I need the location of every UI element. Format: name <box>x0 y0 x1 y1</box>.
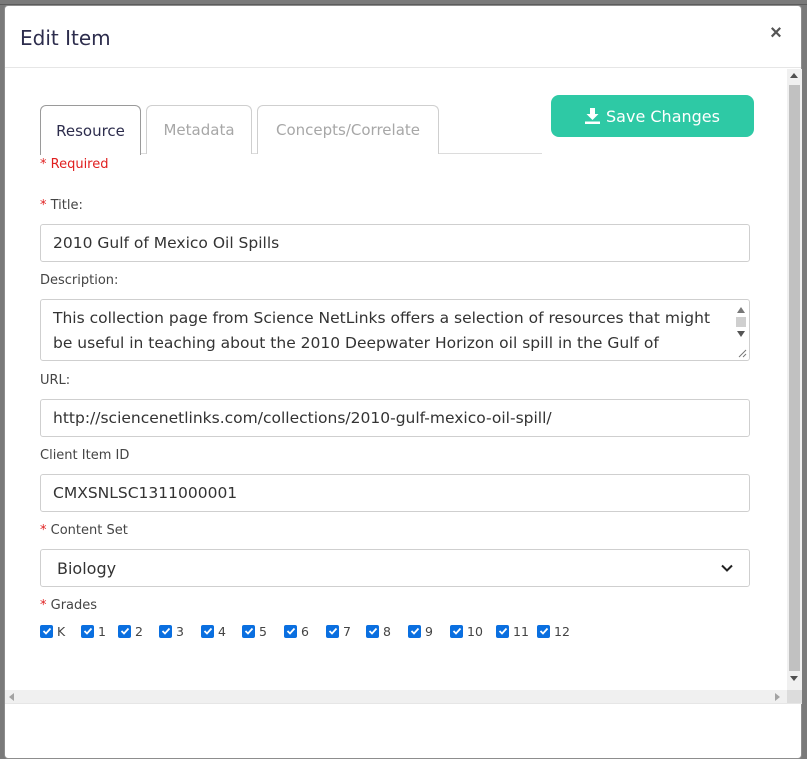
url-label: URL: <box>40 373 71 388</box>
grade-label: 12 <box>554 623 570 639</box>
scroll-up-icon[interactable] <box>737 307 745 313</box>
tab-resource[interactable]: Resource <box>40 105 141 155</box>
modal-footer <box>5 703 802 759</box>
save-changes-label: Save Changes <box>606 106 720 126</box>
grade-9[interactable]: 9 <box>408 624 450 639</box>
grade-label: 1 <box>98 623 106 639</box>
content-set-label: * Content Set <box>40 523 128 538</box>
grade-k[interactable]: K <box>40 624 81 639</box>
grade-label: 6 <box>301 623 309 639</box>
client-item-id-input[interactable]: CMXSNLSC1311000001 <box>40 474 750 512</box>
scroll-down-icon[interactable] <box>790 676 798 681</box>
content-set-label-text: Content Set <box>50 523 128 538</box>
modal-body: Resource Metadata Concepts/Correlate Sav… <box>5 69 802 704</box>
title-label: * Title: <box>40 198 83 213</box>
content-set-value: Biology <box>57 558 117 578</box>
checkbox-checked-icon[interactable] <box>201 624 214 638</box>
grade-1[interactable]: 1 <box>81 624 118 639</box>
scroll-right-icon[interactable] <box>775 693 780 701</box>
grade-6[interactable]: 6 <box>284 624 326 639</box>
url-input[interactable]: http://sciencenetlinks.com/collections/2… <box>40 399 750 437</box>
resize-grip-icon[interactable] <box>737 348 747 358</box>
horizontal-scrollbar[interactable] <box>5 690 787 704</box>
checkbox-checked-icon[interactable] <box>450 624 463 638</box>
grade-10[interactable]: 10 <box>450 624 496 639</box>
checkbox-checked-icon[interactable] <box>118 624 131 638</box>
scroll-down-icon[interactable] <box>737 331 745 337</box>
description-label: Description: <box>40 273 119 288</box>
vertical-scroll-thumb[interactable] <box>789 85 800 671</box>
grade-label: 5 <box>259 623 267 639</box>
grade-7[interactable]: 7 <box>326 624 366 639</box>
required-marker: * <box>40 198 47 213</box>
grade-8[interactable]: 8 <box>366 624 408 639</box>
title-label-text: Title: <box>50 198 83 213</box>
grade-label: 8 <box>383 623 391 639</box>
title-input[interactable]: 2010 Gulf of Mexico Oil Spills <box>40 224 750 262</box>
checkbox-checked-icon[interactable] <box>366 624 379 638</box>
required-note: * Required <box>40 157 109 172</box>
description-textarea[interactable]: This collection page from Science NetLin… <box>40 299 750 361</box>
scrollbar-corner <box>787 690 802 704</box>
download-icon <box>585 108 601 124</box>
chevron-down-icon <box>721 564 733 572</box>
content-set-select[interactable]: Biology <box>40 549 750 587</box>
grade-label: 11 <box>513 623 529 639</box>
checkbox-checked-icon[interactable] <box>496 624 509 638</box>
grades-checkbox-group: K 1 2 3 4 5 6 7 8 9 10 11 12 <box>40 621 577 641</box>
grade-label: 2 <box>135 623 143 639</box>
checkbox-checked-icon[interactable] <box>159 624 172 638</box>
grade-11[interactable]: 11 <box>496 624 537 639</box>
checkbox-checked-icon[interactable] <box>326 624 339 638</box>
vertical-scrollbar[interactable] <box>787 69 802 690</box>
scroll-left-icon[interactable] <box>9 693 14 701</box>
grade-label: K <box>57 623 66 639</box>
scroll-up-icon[interactable] <box>790 73 798 78</box>
modal-header: Edit Item × <box>5 6 801 68</box>
scroll-thumb[interactable] <box>736 317 746 327</box>
checkbox-checked-icon[interactable] <box>408 624 421 638</box>
grade-label: 10 <box>467 623 483 639</box>
grade-label: 9 <box>425 623 433 639</box>
modal-title: Edit Item <box>20 26 111 50</box>
required-marker: * <box>40 598 47 613</box>
required-marker: * <box>40 523 47 538</box>
checkbox-checked-icon[interactable] <box>40 624 53 638</box>
edit-item-modal: Edit Item × Resource Metadata Concepts/C… <box>4 5 802 759</box>
description-text: This collection page from Science NetLin… <box>53 309 711 360</box>
checkbox-checked-icon[interactable] <box>81 624 94 638</box>
grade-2[interactable]: 2 <box>118 624 159 639</box>
scroll-content: Resource Metadata Concepts/Correlate Sav… <box>5 69 787 686</box>
tab-bar: Resource Metadata Concepts/Correlate <box>40 105 542 155</box>
grade-label: 3 <box>176 623 184 639</box>
checkbox-checked-icon[interactable] <box>537 624 550 638</box>
grade-12[interactable]: 12 <box>537 624 577 639</box>
grade-3[interactable]: 3 <box>159 624 201 639</box>
grade-label: 4 <box>218 623 226 639</box>
client-item-id-label: Client Item ID <box>40 448 130 463</box>
grade-5[interactable]: 5 <box>242 624 284 639</box>
checkbox-checked-icon[interactable] <box>284 624 297 638</box>
close-icon[interactable]: × <box>767 22 785 44</box>
grade-label: 7 <box>343 623 351 639</box>
tab-concepts-correlate[interactable]: Concepts/Correlate <box>257 105 439 154</box>
grades-label: * Grades <box>40 598 97 613</box>
checkbox-checked-icon[interactable] <box>242 624 255 638</box>
grade-4[interactable]: 4 <box>201 624 242 639</box>
grades-label-text: Grades <box>50 598 98 613</box>
save-changes-button[interactable]: Save Changes <box>551 95 754 137</box>
tab-metadata[interactable]: Metadata <box>146 105 252 154</box>
